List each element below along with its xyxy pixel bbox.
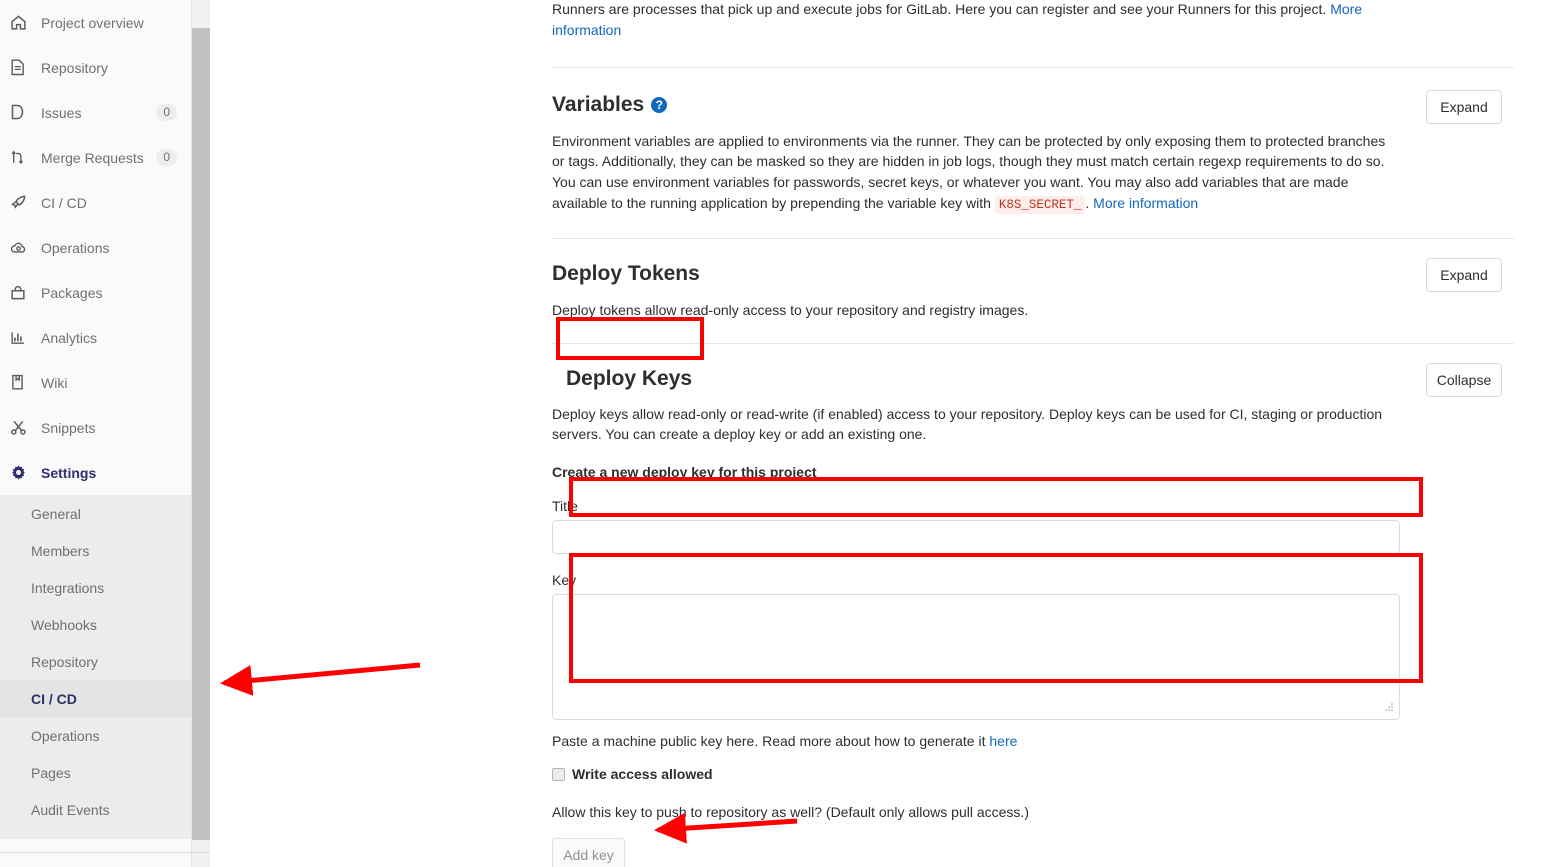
deploy-tokens-description: Deploy tokens allow read-only access to … (552, 301, 1029, 318)
deploy-keys-section: Deploy Keys Collapse Deploy keys allow r… (552, 344, 1514, 867)
sidebar-item-label: Repository (41, 59, 108, 76)
variables-expand-button[interactable]: Expand (1426, 89, 1502, 124)
sidebar-subitem-ci-cd[interactable]: CI / CD (0, 680, 191, 717)
deploy-key-title-input[interactable] (552, 520, 1400, 555)
variables-heading: Variables ? (552, 92, 668, 118)
sidebar-item-label: CI / CD (41, 194, 87, 211)
sidebar-item-label: Issues (41, 104, 82, 121)
sidebar-subitem-operations[interactable]: Operations (0, 717, 191, 754)
issues-icon (10, 104, 32, 122)
sidebar-subitem-label: Operations (31, 727, 100, 744)
deploy-tokens-expand-button[interactable]: Expand (1426, 257, 1502, 292)
package-icon (10, 284, 32, 302)
issues-count-badge: 0 (156, 104, 177, 121)
write-access-help-text: Allow this key to push to repository as … (552, 804, 1029, 821)
write-access-row: Write access allowed (552, 766, 1514, 782)
sidebar-primary-nav: Project overview Repository Issues 0 Mer… (0, 0, 191, 495)
deploy-tokens-section: Deploy Tokens Expand Deploy tokens allow… (552, 239, 1514, 321)
deploy-keys-description: Deploy keys allow read-only or read-writ… (552, 405, 1383, 443)
sidebar-item-label: Snippets (41, 419, 96, 436)
gear-icon (10, 464, 32, 482)
sidebar-item-label: Wiki (41, 374, 68, 391)
sidebar-subitem-label: Members (31, 542, 90, 559)
merge-requests-count-badge: 0 (156, 149, 177, 166)
settings-submenu: General Members Integrations Webhooks Re… (0, 495, 191, 838)
title-field-label: Title (552, 498, 578, 515)
deploy-key-key-textarea[interactable] (552, 594, 1400, 721)
deploy-tokens-heading: Deploy Tokens (552, 261, 700, 285)
deploy-keys-collapse-button[interactable]: Collapse (1426, 362, 1502, 397)
sidebar-subitem-integrations[interactable]: Integrations (0, 569, 191, 606)
variables-description-text-2: . (1085, 194, 1094, 211)
sidebar-subitem-label: Integrations (31, 579, 105, 596)
sidebar-subitem-label: Repository (31, 653, 98, 670)
key-textarea-wrapper (552, 594, 1400, 721)
sidebar-subitem-label: CI / CD (31, 690, 77, 707)
sidebar-item-label: Settings (41, 464, 97, 481)
sidebar-subitem-audit-events[interactable]: Audit Events (0, 791, 191, 828)
scrollbar-edge (210, 0, 211, 867)
deploy-key-form-heading: Create a new deploy key for this project (552, 464, 817, 481)
project-sidebar: Project overview Repository Issues 0 Mer… (0, 0, 192, 867)
sidebar-item-operations[interactable]: Operations (0, 225, 191, 270)
sidebar-item-ci-cd[interactable]: CI / CD (0, 180, 191, 225)
runners-section: Runners are processes that pick up and e… (552, 0, 1514, 41)
write-access-label[interactable]: Write access allowed (572, 766, 713, 782)
question-mark-icon[interactable]: ? (651, 96, 668, 113)
settings-main-content: Runners are processes that pick up and e… (192, 0, 1557, 867)
variables-more-information-link[interactable]: More information (1093, 195, 1198, 211)
variables-section: Variables ? Expand Environment variables… (552, 68, 1514, 216)
runners-description-text: Runners are processes that pick up and e… (552, 1, 1331, 17)
key-hint-label: Paste a machine public key here. Read mo… (552, 733, 990, 750)
sidebar-subitem-label: General (31, 505, 81, 522)
add-key-button[interactable]: Add key (552, 838, 625, 867)
sidebar-bottom-divider (0, 852, 210, 853)
k8s-secret-code-badge: K8S_SECRET_ (994, 195, 1086, 214)
book-icon (10, 374, 32, 392)
key-field-label: Key (552, 572, 577, 589)
title-input-wrapper (552, 520, 1514, 555)
sidebar-subitem-members[interactable]: Members (0, 532, 191, 569)
variables-title-text: Variables (552, 92, 645, 116)
bar-chart-icon (10, 329, 32, 347)
sidebar-item-label: Packages (41, 284, 103, 301)
sidebar-item-wiki[interactable]: Wiki (0, 360, 191, 405)
sidebar-subitem-webhooks[interactable]: Webhooks (0, 606, 191, 643)
home-icon (10, 14, 32, 32)
sidebar-item-repository[interactable]: Repository (0, 45, 191, 90)
sidebar-subitem-general[interactable]: General (0, 495, 191, 532)
runners-description: Runners are processes that pick up and e… (552, 0, 1392, 41)
sidebar-item-settings[interactable]: Settings (0, 450, 191, 495)
variables-description: Environment variables are applied to env… (552, 131, 1397, 216)
sidebar-item-packages[interactable]: Packages (0, 270, 191, 315)
deploy-keys-heading: Deploy Keys (566, 366, 693, 390)
file-document-icon (10, 59, 32, 77)
sidebar-subitem-label: Pages (31, 764, 71, 781)
settings-sections: Runners are processes that pick up and e… (552, 0, 1514, 867)
sidebar-item-issues[interactable]: Issues 0 (0, 90, 191, 135)
sidebar-item-snippets[interactable]: Snippets (0, 405, 191, 450)
sidebar-subitem-repository[interactable]: Repository (0, 643, 191, 680)
rocket-icon (10, 194, 32, 212)
sidebar-item-label: Merge Requests (41, 149, 144, 166)
variables-description-text: Environment variables are applied to env… (552, 132, 1386, 211)
sidebar-item-merge-requests[interactable]: Merge Requests 0 (0, 135, 191, 180)
merge-request-icon (10, 149, 32, 167)
write-access-checkbox[interactable] (552, 767, 565, 781)
key-generate-here-link[interactable]: here (989, 733, 1017, 749)
sidebar-subitem-label: Webhooks (31, 616, 97, 633)
sidebar-item-label: Project overview (41, 14, 144, 31)
sidebar-scrollbar-track[interactable] (192, 0, 210, 867)
sidebar-item-label: Analytics (41, 329, 98, 346)
sidebar-item-project-overview[interactable]: Project overview (0, 0, 191, 45)
sidebar-subitem-label: Audit Events (31, 801, 110, 818)
scissors-icon (10, 419, 32, 437)
cloud-gear-icon (10, 239, 32, 257)
gitlab-project-settings-page: Project overview Repository Issues 0 Mer… (0, 0, 1557, 867)
sidebar-scrollbar-thumb[interactable] (192, 28, 210, 840)
sidebar-item-analytics[interactable]: Analytics (0, 315, 191, 360)
sidebar-item-label: Operations (41, 239, 110, 256)
sidebar-subitem-pages[interactable]: Pages (0, 754, 191, 791)
key-hint-text: Paste a machine public key here. Read mo… (552, 733, 1514, 749)
